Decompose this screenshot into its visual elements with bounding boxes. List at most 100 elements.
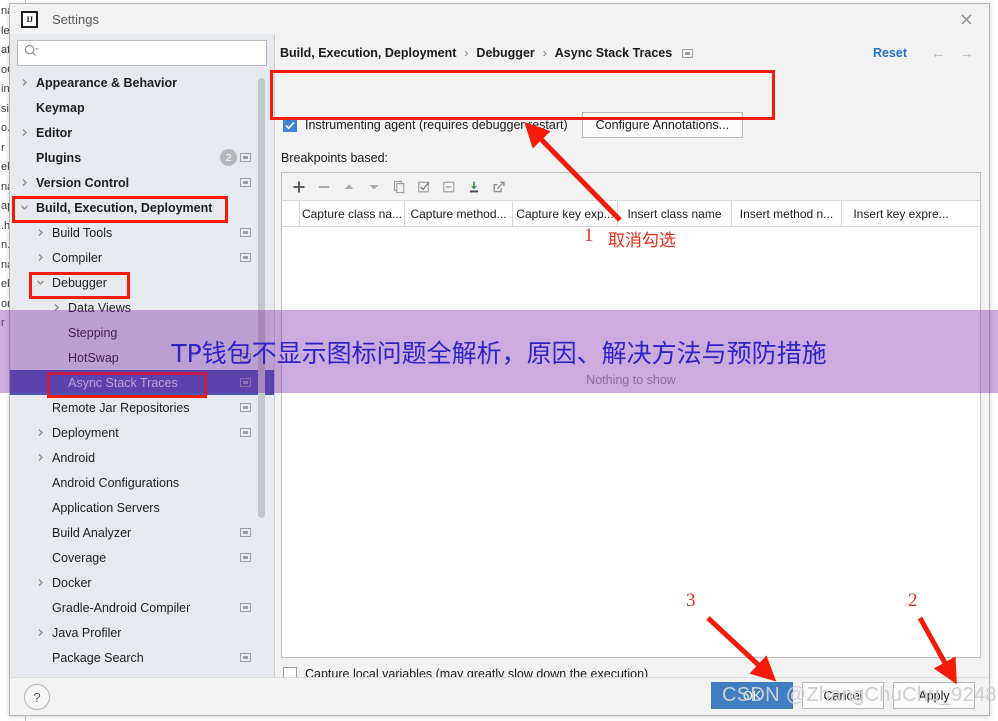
chevron-right-icon[interactable] — [34, 451, 47, 464]
search-wrapper — [10, 34, 274, 66]
help-button[interactable]: ? — [24, 684, 50, 710]
sidebar-item-label: Editor — [36, 125, 73, 140]
project-scope-icon — [240, 653, 251, 662]
sidebar-item-editor[interactable]: Editor — [10, 120, 274, 145]
dialog-body: Appearance & Behavior Keymap Editor Plugins… — [10, 34, 989, 681]
sidebar-item-version-control[interactable]: Version Control — [10, 170, 274, 195]
sidebar-item-debugger[interactable]: Debugger — [10, 270, 274, 295]
sidebar-item-coverage[interactable]: Coverage — [10, 545, 274, 570]
chevron-right-icon[interactable] — [34, 576, 47, 589]
chevron-right-icon[interactable] — [34, 626, 47, 639]
sidebar-item-label: Java Profiler — [52, 625, 122, 640]
empty-table-message: Nothing to show — [586, 373, 676, 387]
sidebar-item-appearance-behavior[interactable]: Appearance & Behavior — [10, 70, 274, 95]
chevron-right-icon[interactable] — [34, 226, 47, 239]
arrow-left-icon[interactable]: ← — [931, 45, 946, 62]
cancel-button[interactable]: Cancel — [802, 682, 884, 709]
chevron-right-icon[interactable] — [34, 426, 47, 439]
table-header-row: Capture class na... Capture method... Capt… — [282, 201, 980, 227]
sidebar-item-label: Docker — [52, 575, 92, 590]
chevron-down-icon[interactable] — [18, 201, 31, 214]
sidebar-item-label: Build Tools — [52, 225, 113, 240]
table-column-header[interactable]: Capture method... — [405, 201, 513, 226]
sidebar-item-keymap[interactable]: Keymap — [10, 95, 274, 120]
import-icon[interactable] — [463, 176, 485, 198]
annotation-1-text: 取消勾选 — [608, 231, 676, 251]
chevron-down-icon[interactable] — [34, 276, 47, 289]
sidebar-item-package-search[interactable]: Package Search — [10, 645, 274, 670]
search-box[interactable] — [17, 40, 267, 66]
sidebar-item-docker[interactable]: Docker — [10, 570, 274, 595]
project-scope-icon — [240, 553, 251, 562]
breadcrumb-item[interactable]: Async Stack Traces — [555, 46, 672, 60]
sidebar-item-label: Stepping — [68, 325, 118, 340]
instrumenting-agent-checkbox[interactable] — [283, 118, 297, 132]
sidebar-item-application-servers[interactable]: Application Servers — [10, 495, 274, 520]
project-scope-icon — [240, 428, 251, 437]
project-scope-icon — [240, 353, 251, 362]
project-scope-icon — [240, 603, 251, 612]
uncheck-all-icon[interactable] — [438, 176, 460, 198]
arrow-right-icon[interactable]: → — [959, 45, 974, 62]
breadcrumb: Build, Execution, Deployment › Debugger › As… — [280, 46, 694, 60]
instrumenting-agent-row: Instrumenting agent (requires debugger r… — [283, 112, 744, 138]
sidebar-item-remote-jar-repositories[interactable]: Remote Jar Repositories — [10, 395, 274, 420]
sidebar-item-label: Build Analyzer — [52, 525, 132, 540]
project-scope-icon — [240, 528, 251, 537]
sidebar-item-data-views[interactable]: Data Views — [10, 295, 274, 320]
breadcrumb-item[interactable]: Debugger — [476, 46, 534, 60]
annotation-2-number: 2 — [908, 590, 918, 611]
check-all-icon[interactable] — [413, 176, 435, 198]
sidebar-item-android-configurations[interactable]: Android Configurations — [10, 470, 274, 495]
sidebar-scrollbar-thumb[interactable] — [258, 78, 265, 518]
sidebar-item-build-analyzer[interactable]: Build Analyzer — [10, 520, 274, 545]
instrumenting-agent-label: Instrumenting agent (requires debugger r… — [305, 118, 568, 132]
chevron-right-icon[interactable] — [18, 176, 31, 189]
configure-annotations-button[interactable]: Configure Annotations... — [581, 112, 744, 138]
sidebar-item-label: Appearance & Behavior — [36, 75, 178, 90]
sidebar-item-stepping[interactable]: Stepping — [10, 320, 274, 345]
table-toolbar — [282, 173, 980, 201]
sidebar-item-compiler[interactable]: Compiler — [10, 245, 274, 270]
ok-button[interactable]: OK — [711, 682, 793, 709]
export-icon[interactable] — [488, 176, 510, 198]
chevron-right-icon[interactable] — [18, 76, 31, 89]
table-column-header[interactable]: Insert key expre... — [842, 201, 960, 226]
table-column-header[interactable]: Insert class name — [618, 201, 732, 226]
move-down-icon[interactable] — [363, 176, 385, 198]
sidebar-item-android[interactable]: Android — [10, 445, 274, 470]
sidebar-item-java-profiler[interactable]: Java Profiler — [10, 620, 274, 645]
chevron-right-icon[interactable] — [50, 301, 63, 314]
reset-button[interactable]: Reset — [873, 46, 907, 60]
remove-icon[interactable] — [313, 176, 335, 198]
sidebar-item-hotswap[interactable]: HotSwap — [10, 345, 274, 370]
sidebar-item-deployment[interactable]: Deployment — [10, 420, 274, 445]
sidebar-item-plugins[interactable]: Plugins 2 — [10, 145, 274, 170]
project-scope-icon — [240, 403, 251, 412]
table-column-header[interactable]: Capture key exp... — [513, 201, 618, 226]
sidebar-item-gradle-android-compiler[interactable]: Gradle-Android Compiler — [10, 595, 274, 620]
sidebar-item-build-tools[interactable]: Build Tools — [10, 220, 274, 245]
sidebar-item-label: Version Control — [36, 175, 130, 190]
dialog-footer: ? OK Cancel Apply — [10, 677, 989, 715]
move-up-icon[interactable] — [338, 176, 360, 198]
search-input[interactable] — [43, 45, 266, 61]
add-icon[interactable] — [288, 176, 310, 198]
sidebar-item-label: Plugins — [36, 150, 82, 165]
copy-icon[interactable] — [388, 176, 410, 198]
breakpoints-based-label: Breakpoints based: — [281, 151, 389, 165]
chevron-right-icon[interactable] — [18, 126, 31, 139]
search-icon — [24, 44, 39, 62]
table-column-header[interactable]: Capture class na... — [300, 201, 405, 226]
breadcrumb-separator: › — [464, 46, 469, 60]
sidebar-item-build-execution-deployment[interactable]: Build, Execution, Deployment — [10, 195, 274, 220]
chevron-right-icon[interactable] — [34, 251, 47, 264]
project-scope-icon — [240, 253, 251, 262]
apply-button[interactable]: Apply — [893, 682, 975, 709]
breadcrumb-item[interactable]: Build, Execution, Deployment — [280, 46, 456, 60]
sidebar-item-async-stack-traces[interactable]: Async Stack Traces — [10, 370, 274, 395]
project-scope-icon — [240, 178, 251, 187]
settings-sidebar: Appearance & Behavior Keymap Editor Plugins… — [10, 34, 275, 679]
close-icon[interactable] — [943, 4, 989, 34]
table-column-header[interactable]: Insert method n... — [732, 201, 842, 226]
